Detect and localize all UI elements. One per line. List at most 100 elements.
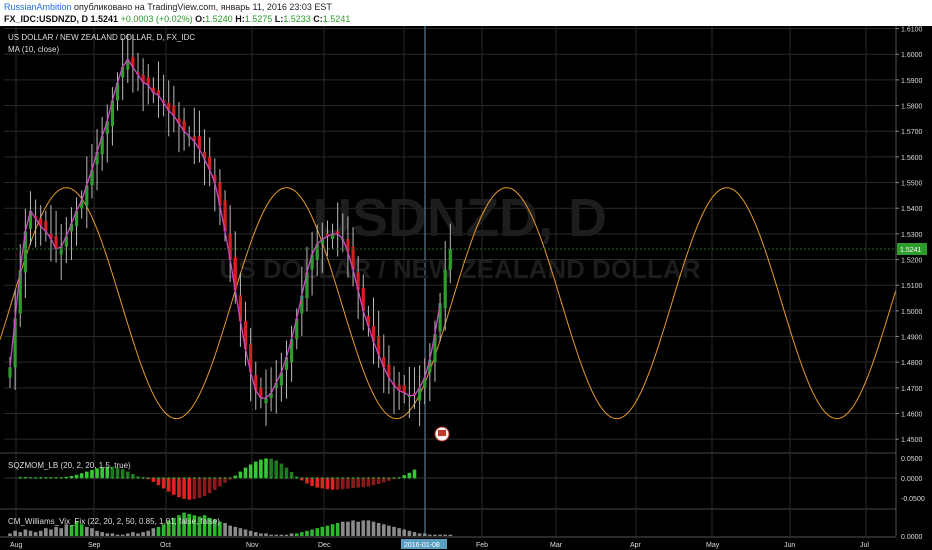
time-axis[interactable]: Aug Sep Oct Nov Dec 2016-01-08 Feb Mar Apr May Jun… bbox=[0, 536, 896, 549]
momentum-bar bbox=[341, 478, 345, 490]
panel3-tick-label: 0.0000 bbox=[901, 534, 923, 541]
squeeze-dot bbox=[290, 477, 293, 479]
price-tick-label: 1.5200 bbox=[901, 258, 923, 265]
squeeze-dot bbox=[49, 477, 52, 479]
squeeze-dot bbox=[295, 477, 298, 479]
vix-bar bbox=[305, 530, 309, 536]
month-label: Oct bbox=[160, 542, 171, 549]
squeeze-dot bbox=[265, 477, 267, 479]
vix-bar bbox=[28, 530, 33, 536]
last-value: 1.5241 bbox=[90, 14, 119, 24]
squeeze-dot bbox=[270, 477, 273, 479]
ma-label: MA (10, close) bbox=[8, 45, 59, 54]
vix-bar bbox=[8, 533, 12, 536]
momentum-bar bbox=[253, 461, 258, 478]
month-label: Dec bbox=[318, 542, 331, 549]
candle-body bbox=[8, 367, 12, 378]
vix-bar bbox=[49, 529, 53, 536]
vix-bar bbox=[110, 533, 115, 536]
squeeze-dot bbox=[377, 477, 380, 479]
vix-bar bbox=[136, 533, 140, 536]
momentum-bar bbox=[166, 478, 171, 492]
month-label: Nov bbox=[246, 542, 259, 549]
vix-bar bbox=[38, 530, 43, 536]
squeeze-dot bbox=[126, 477, 129, 479]
vix-bar bbox=[392, 526, 396, 536]
vix-bar bbox=[428, 534, 432, 536]
vix-bar bbox=[79, 524, 84, 536]
cursor-date-label: 2016-01-08 bbox=[404, 542, 440, 549]
open-label: O: bbox=[195, 14, 206, 24]
vix-bar bbox=[105, 533, 110, 536]
vix-bar bbox=[156, 526, 161, 536]
vix-bar bbox=[422, 533, 427, 536]
month-label: Apr bbox=[630, 542, 642, 549]
momentum-bar bbox=[90, 470, 94, 478]
squeeze-dot bbox=[326, 477, 329, 479]
momentum-bar bbox=[187, 478, 191, 500]
vix-bar bbox=[279, 534, 284, 536]
vix-bar bbox=[90, 528, 94, 536]
publish-line: RussianAmbition опубликовано на TradingV… bbox=[4, 2, 332, 12]
month-label: Jun bbox=[784, 542, 795, 549]
squeeze-dot bbox=[224, 477, 227, 479]
squeeze-dot bbox=[321, 477, 324, 479]
momentum-bar bbox=[361, 478, 366, 488]
squeeze-dot bbox=[188, 477, 191, 479]
squeeze-dot bbox=[229, 477, 232, 479]
vix-bar bbox=[351, 520, 355, 536]
squeeze-dot bbox=[213, 477, 216, 479]
vix-bar bbox=[259, 533, 263, 536]
squeeze-dot bbox=[280, 477, 283, 479]
vix-bar bbox=[238, 528, 243, 536]
high-label: H: bbox=[235, 14, 245, 24]
momentum-bar bbox=[207, 478, 212, 494]
vix-bar bbox=[433, 534, 437, 536]
price-chart[interactable]: USDNZD, D US DOLLAR / NEW ZEALAND DOLLAR… bbox=[0, 26, 932, 550]
alert-marker[interactable] bbox=[434, 426, 450, 442]
squeeze-dot bbox=[34, 477, 37, 479]
vix-bar bbox=[131, 532, 135, 536]
squeeze-dot bbox=[305, 477, 308, 479]
vix-bar bbox=[95, 530, 99, 536]
vix-bar bbox=[381, 524, 386, 536]
vix-bar bbox=[300, 532, 304, 536]
vix-bar bbox=[387, 525, 391, 536]
price-tick-label: 1.4700 bbox=[901, 386, 923, 393]
squeeze-dot bbox=[142, 477, 145, 479]
high-value: 1.5275 bbox=[244, 14, 273, 24]
squeeze-dot bbox=[413, 477, 416, 479]
vix-bar bbox=[125, 533, 130, 536]
squeeze-dot bbox=[172, 477, 175, 479]
vix-bar bbox=[146, 530, 151, 536]
momentum-bar bbox=[197, 478, 202, 498]
squeeze-dot bbox=[152, 477, 155, 479]
squeeze-dot bbox=[275, 477, 278, 479]
momentum-bar bbox=[335, 478, 340, 490]
vix-bar bbox=[315, 528, 319, 536]
squeeze-dot bbox=[367, 477, 370, 479]
momentum-bar bbox=[177, 478, 181, 498]
price-tick-label: 1.5500 bbox=[901, 181, 923, 188]
squeeze-dot bbox=[111, 477, 114, 479]
squeeze-dot bbox=[398, 477, 401, 479]
momentum-bar bbox=[269, 458, 273, 478]
vix-bar bbox=[141, 532, 145, 536]
momentum-bar bbox=[218, 478, 222, 487]
squeeze-dot bbox=[157, 477, 160, 479]
squeeze-dot bbox=[285, 477, 288, 479]
squeeze-dot bbox=[203, 477, 206, 479]
vix-bar bbox=[274, 534, 279, 536]
vix-bar bbox=[356, 521, 360, 536]
open-value: 1.5240 bbox=[205, 14, 233, 24]
momentum-bar bbox=[284, 467, 289, 478]
squeeze-dot bbox=[80, 477, 83, 479]
vix-bar bbox=[264, 533, 268, 536]
vix-bar bbox=[402, 529, 407, 536]
price-tick-label: 1.5000 bbox=[901, 309, 923, 316]
price-tick-label: 1.4500 bbox=[901, 437, 923, 444]
publish-info: опубликовано на TradingView.com, январь … bbox=[74, 2, 332, 12]
squeeze-dot bbox=[116, 477, 119, 479]
author-link[interactable]: RussianAmbition bbox=[4, 2, 72, 12]
squeeze-dot bbox=[65, 477, 68, 479]
